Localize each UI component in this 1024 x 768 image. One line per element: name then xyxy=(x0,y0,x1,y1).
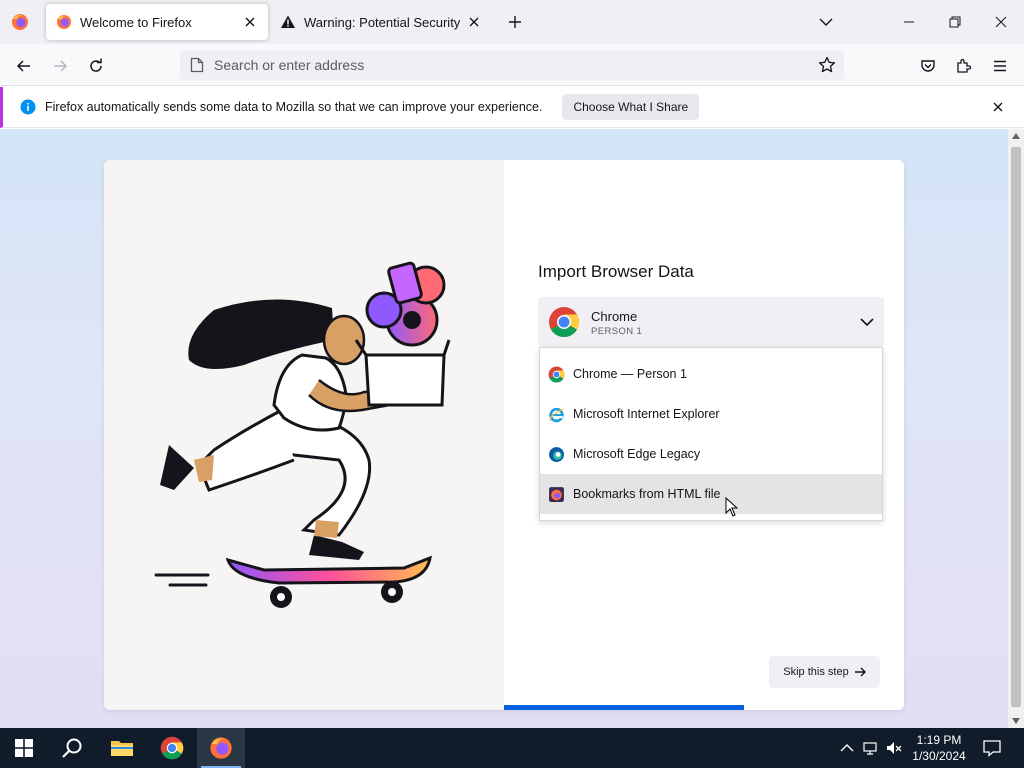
address-bar[interactable] xyxy=(180,50,844,80)
back-arrow-icon xyxy=(16,60,30,72)
chrome-icon xyxy=(160,736,184,760)
puzzle-icon xyxy=(957,58,972,73)
option-bookmarks-html[interactable]: Bookmarks from HTML file xyxy=(540,474,882,514)
selected-browser-name: Chrome xyxy=(591,309,638,324)
tab-welcome[interactable]: Welcome to Firefox xyxy=(46,4,268,40)
reload-button[interactable] xyxy=(82,52,110,80)
data-collection-notification: Firefox automatically sends some data to… xyxy=(0,87,1024,128)
internet-explorer-icon xyxy=(549,407,564,422)
close-icon[interactable] xyxy=(466,14,482,30)
firefox-bookmarks-icon xyxy=(549,486,564,502)
edge-legacy-icon xyxy=(549,446,564,462)
list-all-tabs-button[interactable] xyxy=(814,10,838,34)
close-window-button[interactable] xyxy=(989,10,1013,34)
back-button[interactable] xyxy=(10,52,38,80)
option-label: Bookmarks from HTML file xyxy=(573,487,721,501)
restore-button[interactable] xyxy=(943,10,967,34)
hamburger-menu-icon xyxy=(994,60,1006,72)
illustration-panel xyxy=(104,160,504,710)
firefox-icon xyxy=(12,14,28,30)
tab-strip: Welcome to Firefox Warning: Potential Se… xyxy=(0,0,1024,44)
option-internet-explorer[interactable]: Microsoft Internet Explorer xyxy=(540,394,882,434)
skip-step-button[interactable]: Skip this step xyxy=(769,656,880,688)
browser-select[interactable]: Chrome PERSON 1 xyxy=(538,297,884,347)
tab-security-warning[interactable]: Warning: Potential Security Risk Ahead xyxy=(270,4,492,40)
page-content: Import Browser Data Chrome PERSON 1 Chro… xyxy=(0,129,1008,728)
scroll-down-icon[interactable] xyxy=(1012,718,1020,724)
volume-muted-icon[interactable] xyxy=(886,740,902,756)
option-label: Microsoft Internet Explorer xyxy=(573,407,720,421)
chrome-icon xyxy=(548,366,565,382)
tab-title: Welcome to Firefox xyxy=(80,14,192,30)
import-title: Import Browser Data xyxy=(538,262,694,281)
tab-title: Warning: Potential Security Risk Ahead xyxy=(304,14,460,30)
skip-label: Skip this step xyxy=(783,666,849,678)
close-icon xyxy=(995,16,1007,28)
close-icon[interactable] xyxy=(242,14,258,30)
firefox-view-button[interactable] xyxy=(8,10,32,34)
bookmark-star-icon[interactable] xyxy=(818,56,836,74)
option-chrome-person-1[interactable]: Chrome — Person 1 xyxy=(540,354,882,394)
skateboarder-illustration xyxy=(154,261,451,608)
plus-icon xyxy=(509,16,521,28)
navigation-toolbar xyxy=(0,44,1024,86)
scrollbar-thumb[interactable] xyxy=(1011,147,1021,707)
close-icon[interactable] xyxy=(990,99,1006,115)
minimize-button[interactable] xyxy=(897,10,921,34)
app-menu-button[interactable] xyxy=(986,52,1014,80)
clock-date: 1/30/2024 xyxy=(912,749,966,763)
forward-button[interactable] xyxy=(46,52,74,80)
chevron-up-icon[interactable] xyxy=(839,740,855,756)
windows-logo-icon xyxy=(15,739,33,757)
extensions-button[interactable] xyxy=(950,52,978,80)
search-icon xyxy=(62,738,82,758)
arrow-right-icon xyxy=(854,667,866,677)
network-icon[interactable] xyxy=(863,740,879,756)
pocket-icon xyxy=(921,60,935,72)
chrome-taskbar-button[interactable] xyxy=(148,728,196,768)
notification-center-icon[interactable] xyxy=(983,739,1001,757)
restore-icon xyxy=(949,16,961,28)
url-input[interactable] xyxy=(214,57,774,73)
firefox-icon xyxy=(57,15,71,29)
mouse-cursor-icon xyxy=(725,497,739,517)
search-button[interactable] xyxy=(48,728,96,768)
system-clock[interactable]: 1:19 PM 1/30/2024 xyxy=(906,732,972,764)
notification-message: Firefox automatically sends some data to… xyxy=(45,100,543,114)
chevron-down-icon xyxy=(819,18,833,26)
chevron-down-icon xyxy=(860,318,874,327)
file-explorer-button[interactable] xyxy=(98,728,146,768)
clock-time: 1:19 PM xyxy=(916,733,962,747)
pocket-button[interactable] xyxy=(914,52,942,80)
firefox-taskbar-button[interactable] xyxy=(197,728,245,768)
firefox-icon xyxy=(210,737,232,759)
progress-bar xyxy=(504,705,744,710)
option-label: Chrome — Person 1 xyxy=(573,367,687,381)
vertical-scrollbar[interactable] xyxy=(1008,129,1024,728)
start-button[interactable] xyxy=(0,728,48,768)
choose-what-i-share-button[interactable]: Choose What I Share xyxy=(562,94,700,120)
folder-icon xyxy=(111,741,133,756)
windows-taskbar: 1:19 PM 1/30/2024 xyxy=(0,728,1024,768)
warning-icon xyxy=(281,15,295,28)
forward-arrow-icon xyxy=(54,60,68,72)
selected-browser-profile: PERSON 1 xyxy=(591,326,643,337)
option-edge-legacy[interactable]: Microsoft Edge Legacy xyxy=(540,434,882,474)
minimize-icon xyxy=(904,21,914,23)
scroll-up-icon[interactable] xyxy=(1012,133,1020,139)
option-label: Microsoft Edge Legacy xyxy=(573,447,701,461)
browser-dropdown-list: Chrome — Person 1 Microsoft Internet Exp… xyxy=(539,347,883,521)
onboarding-card: Import Browser Data Chrome PERSON 1 Chro… xyxy=(104,160,904,710)
reload-icon xyxy=(90,58,102,72)
info-icon xyxy=(20,99,36,115)
new-tab-button[interactable] xyxy=(503,10,527,34)
chrome-icon xyxy=(549,307,580,338)
page-icon xyxy=(190,57,204,73)
